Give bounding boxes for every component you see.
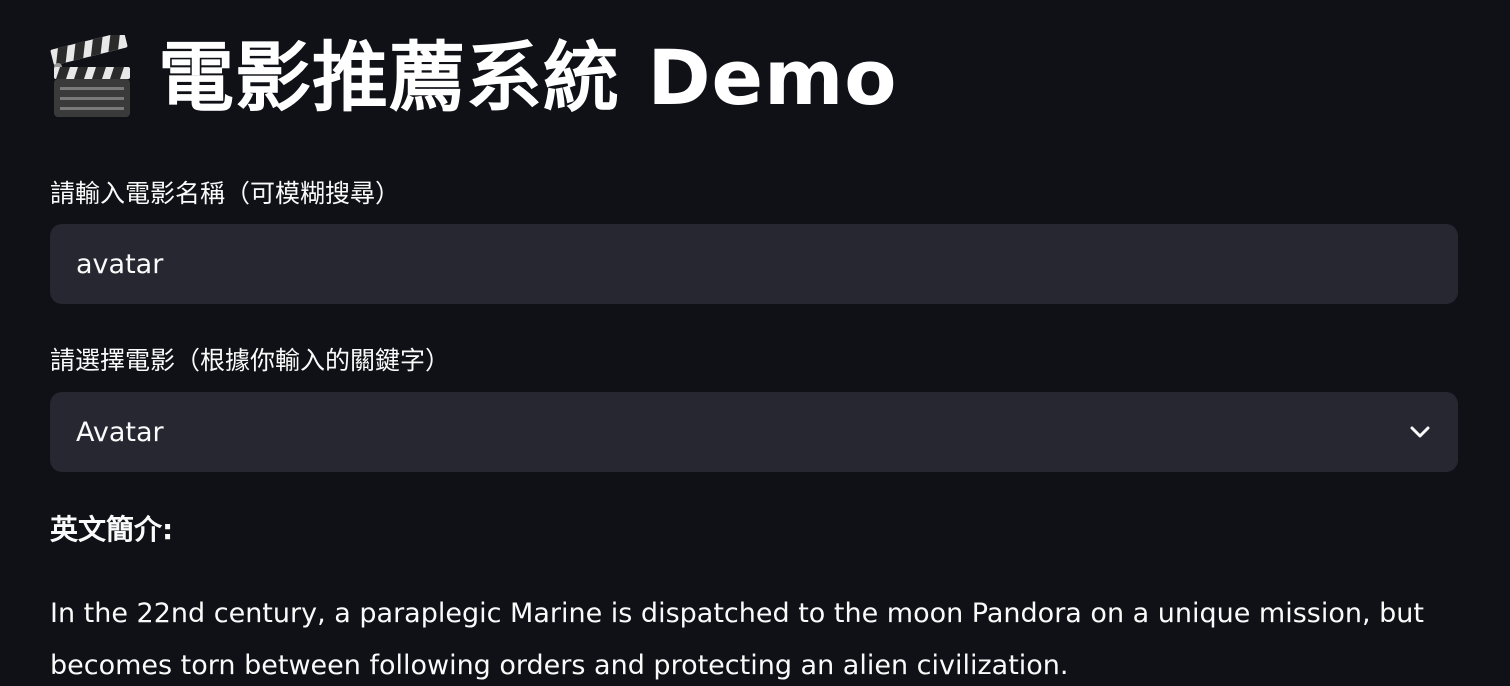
chevron-down-icon[interactable] bbox=[1408, 420, 1432, 444]
movie-select-label: 請選擇電影（根據你輸入的關鍵字） bbox=[50, 346, 451, 375]
app-page: 電影推薦系統 Demo 請輸入電影名稱（可模糊搜尋） 請選擇電影（根據你輸入的關… bbox=[0, 0, 1510, 686]
page-header: 電影推薦系統 Demo bbox=[48, 28, 898, 128]
movie-select-value: Avatar bbox=[76, 416, 164, 448]
clapperboard-icon bbox=[48, 31, 134, 121]
search-input[interactable] bbox=[76, 248, 1432, 280]
overview-text: In the 22nd century, a paraplegic Marine… bbox=[50, 598, 1425, 681]
movie-select[interactable]: Avatar bbox=[50, 392, 1458, 472]
page-title: 電影推薦系統 Demo bbox=[158, 33, 898, 122]
search-label: 請輸入電影名稱（可模糊搜尋） bbox=[50, 179, 401, 208]
overview-heading: 英文簡介: bbox=[50, 513, 174, 546]
search-field[interactable] bbox=[50, 224, 1458, 304]
